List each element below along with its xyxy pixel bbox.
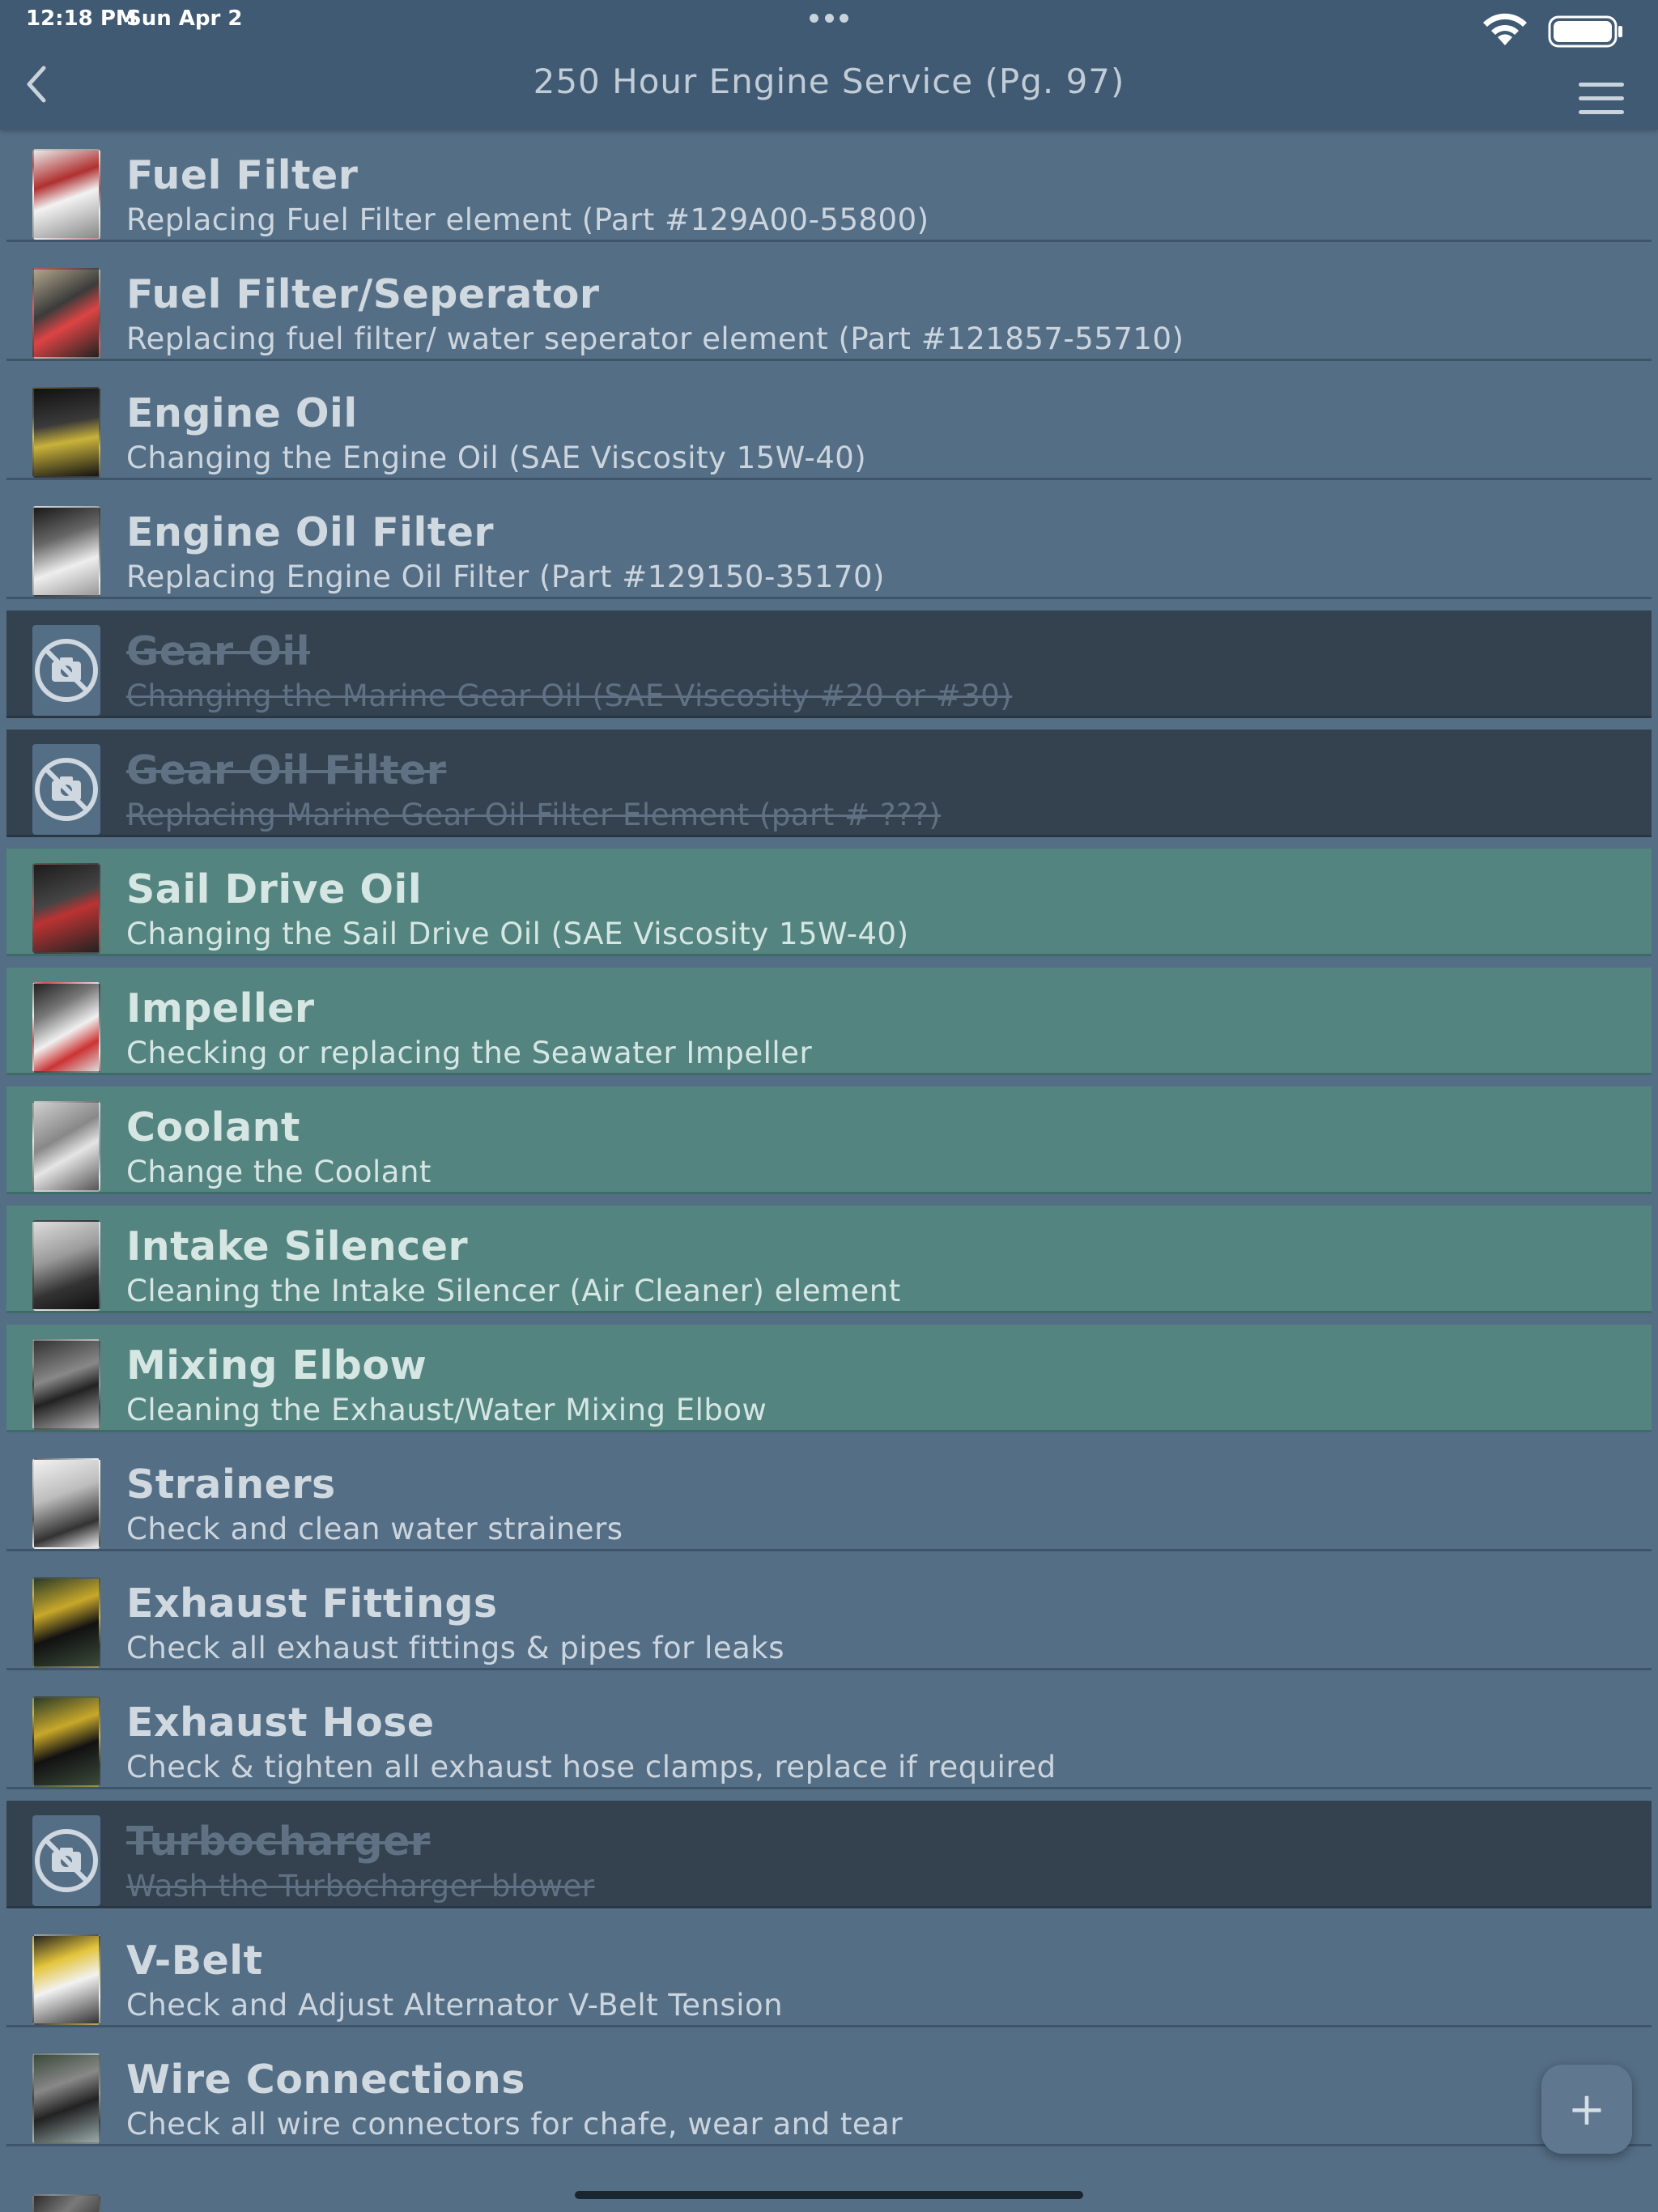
list-item[interactable]: Impeller Checking or replacing the Seawat… xyxy=(6,968,1652,1075)
list-item[interactable]: Fuel Filter/Seperator Replacing fuel filt… xyxy=(6,253,1652,361)
task-photo-thumbnail xyxy=(32,1101,100,1192)
task-description: Changing the Engine Oil (SAE Viscosity 1… xyxy=(126,440,867,475)
task-photo-thumbnail xyxy=(32,387,100,478)
task-description: Replacing fuel filter/ water seperator e… xyxy=(126,321,1184,356)
task-description: Changing the Sail Drive Oil (SAE Viscosi… xyxy=(126,917,909,951)
list-item[interactable]: Coolant Change the Coolant xyxy=(6,1087,1652,1194)
task-title: Mixing Elbow xyxy=(126,1342,427,1389)
task-description: Checking or replacing the Seawater Impel… xyxy=(126,1036,813,1070)
task-title: Sail Drive Oil xyxy=(126,866,423,912)
task-photo-thumbnail xyxy=(32,1934,100,2025)
task-description: Check and clean water strainers xyxy=(126,1512,623,1546)
battery-icon xyxy=(1548,15,1622,48)
no-photo-icon xyxy=(32,744,100,835)
task-photo-thumbnail xyxy=(32,2053,100,2144)
task-photo-thumbnail xyxy=(32,982,100,1073)
task-title: Gear Oil Filter xyxy=(126,747,447,793)
hamburger-menu-icon[interactable] xyxy=(1579,83,1626,117)
task-description: Replacing Marine Gear Oil Filter Element… xyxy=(126,798,942,832)
task-photo-thumbnail xyxy=(32,1339,100,1430)
no-photo-icon xyxy=(32,1815,100,1906)
task-description: Cleaning the Exhaust/Water Mixing Elbow xyxy=(126,1393,767,1427)
list-item[interactable]: Exhaust Fittings Check all exhaust fittin… xyxy=(6,1563,1652,1670)
status-time: 12:18 PM xyxy=(26,6,137,31)
task-title: Impeller xyxy=(126,985,315,1032)
page-title: 250 Hour Engine Service (Pg. 97) xyxy=(533,62,1125,101)
task-photo-thumbnail xyxy=(32,1220,100,1311)
list-item[interactable]: Fuel Filter Replacing Fuel Filter element… xyxy=(6,134,1652,242)
list-item[interactable]: Wire Connections Check all wire connector… xyxy=(6,2039,1652,2146)
list-item[interactable]: Turbocharger Wash the Turbocharger blower xyxy=(6,1801,1652,1908)
task-description: Check & tighten all exhaust hose clamps,… xyxy=(126,1750,1056,1784)
task-title: Engine Oil Filter xyxy=(126,509,495,555)
list-item[interactable]: Exhaust Hose Check & tighten all exhaust … xyxy=(6,1682,1652,1789)
task-description: Check and Adjust Alternator V-Belt Tensi… xyxy=(126,1988,784,2023)
list-item[interactable]: Gear Oil Changing the Marine Gear Oil (SA… xyxy=(6,610,1652,718)
task-description: Check all exhaust fittings & pipes for l… xyxy=(126,1631,785,1665)
task-title: Exhaust Fittings xyxy=(126,1580,498,1627)
task-photo-thumbnail xyxy=(32,149,100,240)
status-date: Sun Apr 2 xyxy=(126,6,243,31)
task-description: Changing the Marine Gear Oil (SAE Viscos… xyxy=(126,678,1013,713)
list-item[interactable]: Strainers Check and clean water strainers xyxy=(6,1444,1652,1551)
list-item[interactable]: Mixing Elbow Cleaning the Exhaust/Water M… xyxy=(6,1325,1652,1432)
list-item[interactable]: Engine Oil Changing the Engine Oil (SAE V… xyxy=(6,372,1652,480)
list-item[interactable]: V-Belt Check and Adjust Alternator V-Belt… xyxy=(6,1920,1652,2027)
task-title: Gear Oil xyxy=(126,628,310,674)
list-item[interactable]: Intake Silencer Cleaning the Intake Silen… xyxy=(6,1206,1652,1313)
home-indicator[interactable] xyxy=(575,2191,1083,2199)
task-description: Change the Coolant xyxy=(126,1155,432,1189)
screen: 12:18 PM Sun Apr 2 250 Hour Engine Servi… xyxy=(0,0,1658,2212)
task-title: Turbocharger xyxy=(126,1819,431,1865)
list-item[interactable]: Gear Oil Filter Replacing Marine Gear Oil… xyxy=(6,730,1652,837)
task-title: Coolant xyxy=(126,1104,300,1151)
navigation-bar: 12:18 PM Sun Apr 2 250 Hour Engine Servi… xyxy=(0,0,1658,130)
task-title: Engine Oil xyxy=(126,390,358,436)
task-title: V-Belt xyxy=(126,1938,263,1984)
list-item[interactable]: Engine Oil Filter Replacing Engine Oil Fi… xyxy=(6,491,1652,599)
task-title: Exhaust Hose xyxy=(126,1699,435,1746)
task-title: Strainers xyxy=(126,1461,336,1508)
task-title: Fuel Filter xyxy=(126,152,359,198)
task-photo-thumbnail xyxy=(32,268,100,359)
task-description: Replacing Engine Oil Filter (Part #12915… xyxy=(126,559,885,594)
task-title: Fuel Filter/Seperator xyxy=(126,271,600,317)
no-photo-icon xyxy=(32,625,100,716)
list-item[interactable]: Sail Drive Oil Changing the Sail Drive Oi… xyxy=(6,849,1652,956)
task-title: Intake Silencer xyxy=(126,1223,469,1270)
multitasking-dots-icon[interactable] xyxy=(810,8,848,28)
task-photo-thumbnail xyxy=(32,506,100,597)
task-description: Replacing Fuel Filter element (Part #129… xyxy=(126,202,929,237)
task-photo-thumbnail xyxy=(32,1696,100,1787)
wifi-icon xyxy=(1483,13,1527,45)
task-photo-thumbnail xyxy=(32,1458,100,1549)
task-description: Check all wire connectors for chafe, wea… xyxy=(126,2107,903,2142)
task-description: Wash the Turbocharger blower xyxy=(126,1869,595,1904)
task-photo-thumbnail xyxy=(32,1577,100,1668)
task-photo-thumbnail xyxy=(32,2194,100,2212)
add-task-button[interactable]: + xyxy=(1541,2065,1632,2154)
task-title: Wire Connections xyxy=(126,2057,525,2103)
service-task-list[interactable]: Fuel Filter Replacing Fuel Filter element… xyxy=(0,130,1658,2146)
task-photo-thumbnail xyxy=(32,863,100,954)
task-description: Cleaning the Intake Silencer (Air Cleane… xyxy=(126,1274,901,1308)
